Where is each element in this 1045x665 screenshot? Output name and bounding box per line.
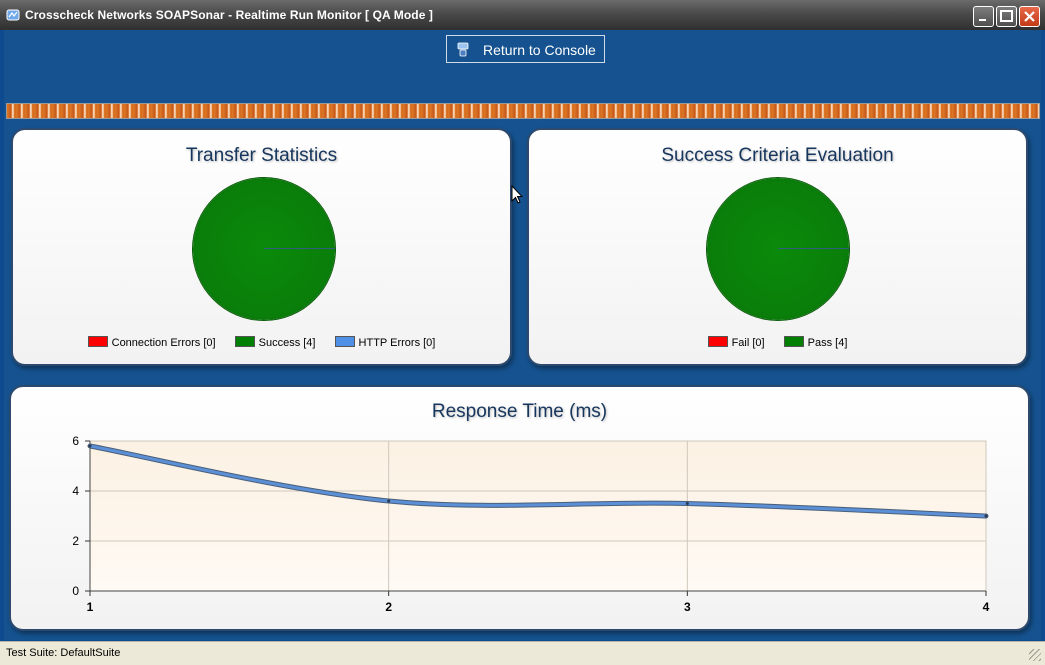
pie-slice-edge	[778, 248, 849, 249]
y-tick-label: 4	[72, 484, 79, 498]
run-progress-bar	[6, 103, 1040, 119]
close-button[interactable]	[1019, 6, 1040, 27]
return-to-console-label: Return to Console	[483, 42, 596, 58]
minimize-icon	[979, 19, 986, 21]
window-title: Crosscheck Networks SOAPSonar - Realtime…	[25, 8, 434, 22]
legend-label: Connection Errors [0]	[111, 337, 216, 349]
data-point	[387, 499, 391, 503]
y-tick-label: 0	[72, 584, 79, 598]
legend-item-pass: Pass [4]	[783, 336, 848, 349]
success-criteria-panel: Success Criteria Evaluation Fail [0] Pas…	[527, 128, 1028, 366]
title-bar[interactable]: Crosscheck Networks SOAPSonar - Realtime…	[0, 0, 1045, 30]
console-icon	[457, 42, 469, 57]
transfer-statistics-title: Transfer Statistics	[185, 145, 338, 166]
status-text: Test Suite: DefaultSuite	[6, 647, 121, 659]
minimize-button[interactable]	[973, 6, 994, 27]
response-time-chart: 0 2 4 6 1 2 3 4	[72, 434, 990, 614]
y-tick-label: 2	[72, 534, 79, 548]
x-tick-label: 1	[87, 600, 94, 614]
x-tick-label: 4	[983, 600, 990, 614]
criteria-pie-chart	[707, 178, 849, 320]
resize-grip-icon[interactable]	[1029, 649, 1041, 661]
legend-item-success: Success [4]	[234, 336, 316, 349]
legend-item-connection-errors: Connection Errors [0]	[87, 336, 216, 349]
app-window: Crosscheck Networks SOAPSonar - Realtime…	[0, 0, 1045, 665]
pie-slice-edge	[264, 248, 335, 249]
plot-area	[89, 440, 987, 592]
maximize-button[interactable]	[996, 6, 1017, 27]
x-tick-label: 2	[385, 600, 392, 614]
maximize-icon	[1000, 10, 1013, 22]
legend-label: Pass [4]	[807, 337, 848, 349]
success-criteria-title: Success Criteria Evaluation	[661, 145, 894, 166]
legend-swatch-blue	[334, 336, 355, 347]
y-tick-label: 6	[72, 434, 79, 448]
data-point	[88, 444, 92, 448]
legend-item-http-errors: HTTP Errors [0]	[334, 336, 436, 349]
transfer-legend: Connection Errors [0] Success [4] HTTP E…	[13, 336, 510, 349]
transfer-pie-chart	[193, 178, 335, 320]
data-point	[685, 502, 689, 505]
legend-label: Success [4]	[258, 337, 316, 349]
app-icon	[6, 9, 20, 21]
legend-label: Fail [0]	[731, 337, 765, 349]
return-to-console-button[interactable]: Return to Console	[446, 35, 605, 63]
legend-item-fail: Fail [0]	[707, 336, 765, 349]
status-bar: Test Suite: DefaultSuite	[0, 641, 1045, 665]
data-point	[984, 514, 988, 518]
mouse-cursor-icon	[511, 185, 523, 204]
legend-swatch-red	[87, 336, 108, 347]
legend-swatch-red	[707, 336, 728, 347]
legend-label: HTTP Errors [0]	[358, 337, 436, 349]
response-time-panel: Response Time (ms) 02461234	[9, 385, 1030, 631]
legend-swatch-green	[783, 336, 804, 347]
criteria-legend: Fail [0] Pass [4]	[529, 336, 1026, 349]
close-icon	[1024, 11, 1035, 22]
x-tick-label: 3	[684, 600, 691, 614]
transfer-statistics-panel: Transfer Statistics Connection Errors [0…	[11, 128, 512, 366]
legend-swatch-green	[234, 336, 255, 347]
progress-fill	[7, 104, 1039, 118]
